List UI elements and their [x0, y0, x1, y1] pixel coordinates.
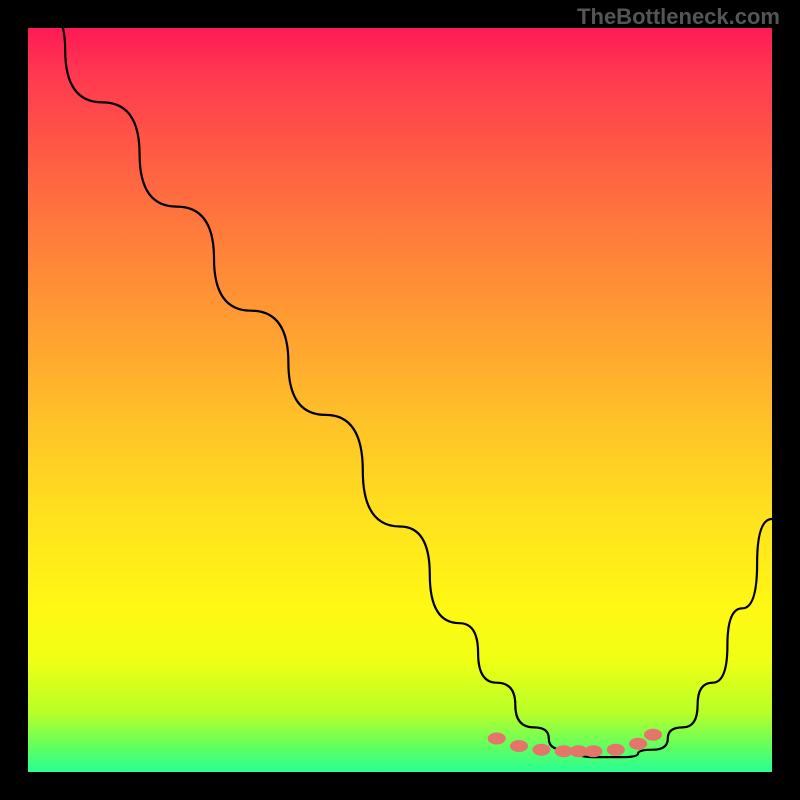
marker-dot: [532, 744, 550, 756]
chart-curve: [28, 28, 772, 772]
marker-dot: [510, 740, 528, 752]
marker-dot: [629, 738, 647, 750]
watermark-text: TheBottleneck.com: [577, 4, 780, 30]
marker-dot: [488, 733, 506, 745]
marker-dot: [644, 729, 662, 741]
marker-dot: [555, 745, 573, 757]
chart-marker-dots: [28, 28, 772, 772]
marker-dot: [584, 745, 602, 757]
chart-plot-area: [28, 28, 772, 772]
marker-dot: [607, 744, 625, 756]
marker-dot: [570, 745, 588, 757]
